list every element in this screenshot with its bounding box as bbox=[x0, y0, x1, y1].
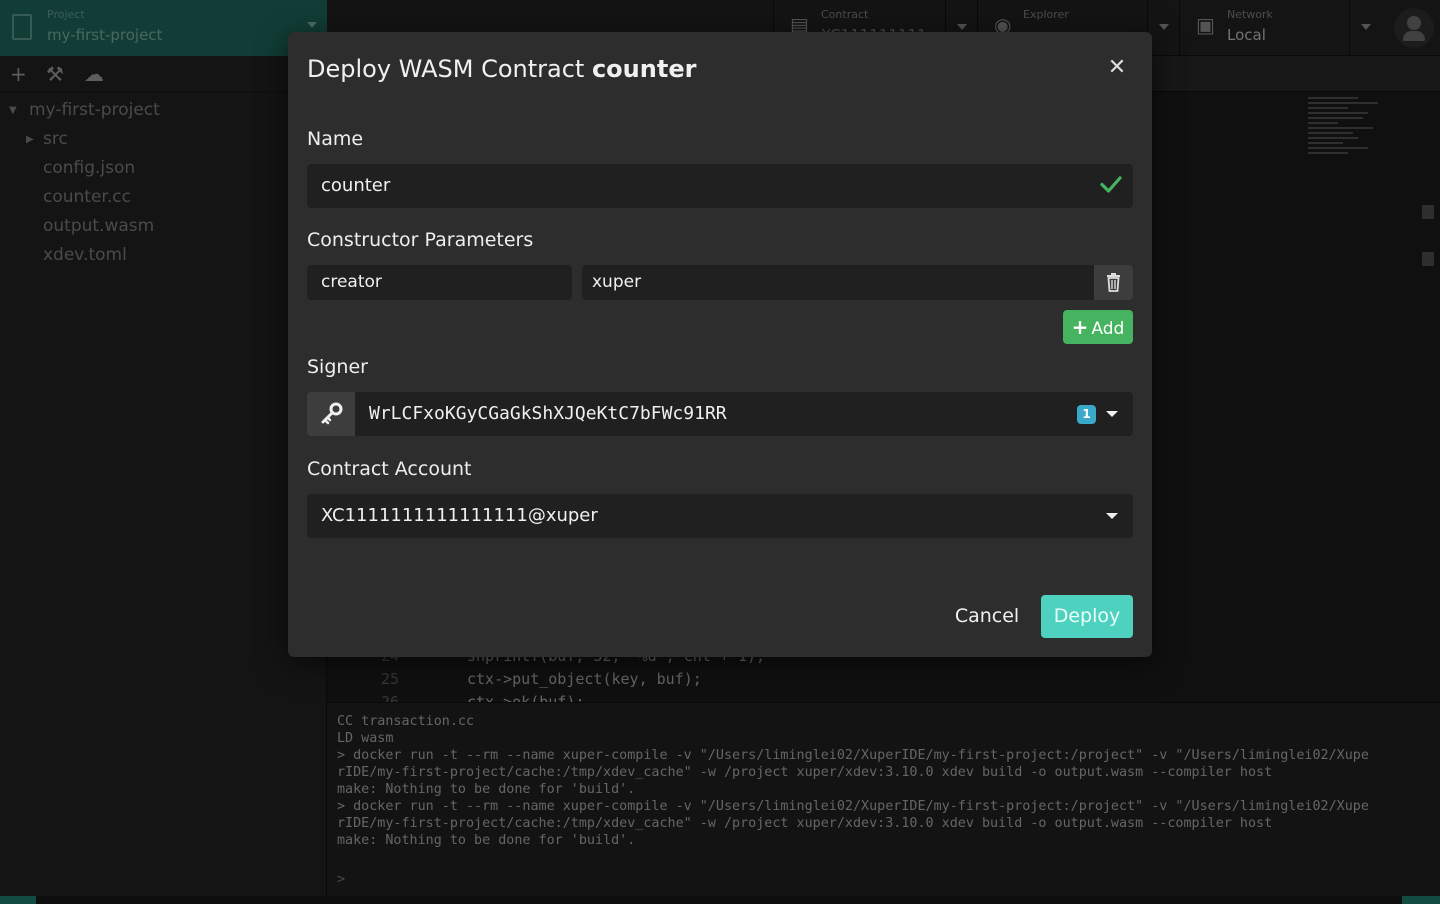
param-key-input[interactable]: creator bbox=[307, 265, 572, 300]
param-value-input[interactable]: xuper bbox=[582, 265, 1094, 300]
signer-address: WrLCFxoKGyCGaGkShXJQeKtC7bFWc91RR bbox=[369, 403, 727, 424]
key-button[interactable] bbox=[307, 392, 355, 436]
constructor-params-label: Constructor Parameters bbox=[307, 229, 534, 251]
cancel-button[interactable]: Cancel bbox=[948, 595, 1026, 637]
dialog-title-prefix: Deploy WASM Contract bbox=[307, 55, 592, 83]
check-icon bbox=[1100, 176, 1122, 193]
contract-account-value: XC1111111111111111@xuper bbox=[321, 505, 598, 526]
param-key-value: creator bbox=[321, 272, 382, 292]
dialog-title-contract: counter bbox=[591, 55, 697, 83]
chevron-down-icon bbox=[1106, 513, 1118, 519]
dialog-title: Deploy WASM Contract counter bbox=[307, 55, 696, 83]
close-icon[interactable]: ✕ bbox=[1106, 57, 1128, 79]
trash-icon bbox=[1107, 273, 1120, 292]
add-param-label: Add bbox=[1091, 319, 1125, 339]
chevron-down-icon bbox=[1106, 411, 1118, 417]
name-label: Name bbox=[307, 128, 364, 150]
contract-account-select[interactable]: XC1111111111111111@xuper bbox=[307, 494, 1133, 538]
name-input[interactable]: counter bbox=[307, 164, 1133, 208]
contract-account-label: Contract Account bbox=[307, 458, 472, 480]
deploy-button[interactable]: Deploy bbox=[1041, 595, 1133, 638]
deploy-contract-dialog: Deploy WASM Contract counter ✕ Name coun… bbox=[288, 32, 1152, 657]
signer-select[interactable]: WrLCFxoKGyCGaGkShXJQeKtC7bFWc91RR 1 bbox=[307, 392, 1133, 436]
param-value-text: xuper bbox=[592, 272, 642, 292]
plus-icon: + bbox=[1071, 315, 1089, 339]
signer-count-badge: 1 bbox=[1077, 405, 1096, 424]
delete-param-button[interactable] bbox=[1094, 265, 1133, 300]
add-param-button[interactable]: + Add bbox=[1063, 310, 1133, 344]
signer-label: Signer bbox=[307, 356, 368, 378]
name-input-value: counter bbox=[321, 175, 391, 196]
key-icon bbox=[321, 402, 343, 425]
